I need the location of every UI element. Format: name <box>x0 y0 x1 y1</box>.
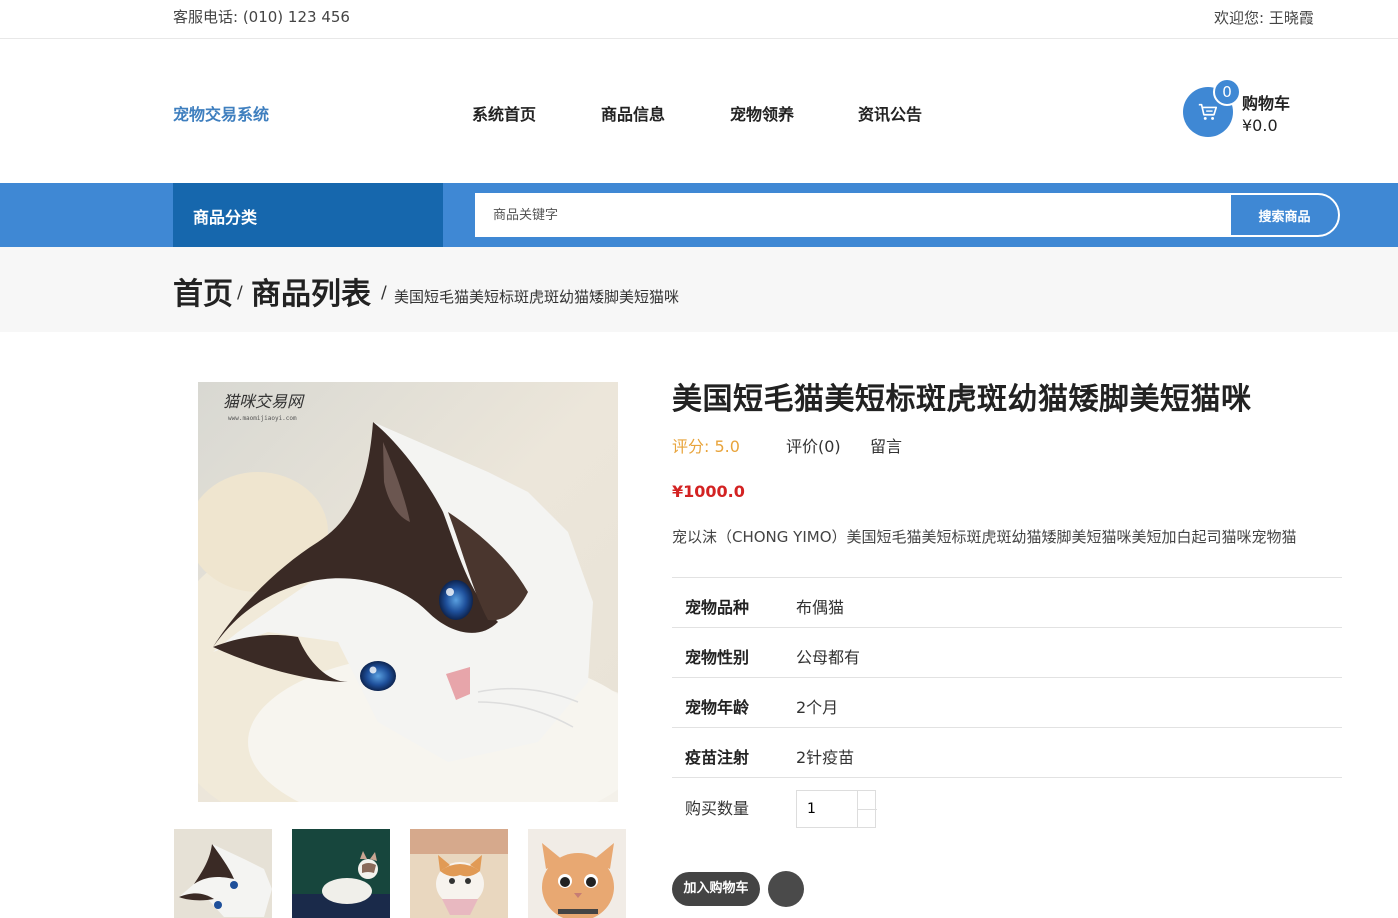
category-search-bar: 商品分类 搜索商品 <box>0 183 1398 247</box>
message-link[interactable]: 留言 <box>870 433 902 457</box>
product-price: ¥1000.0 <box>672 482 745 501</box>
breadcrumb-list[interactable]: 商品列表 <box>251 269 371 313</box>
quantity-stepper <box>796 790 877 828</box>
breadcrumb-separator: / <box>381 283 387 303</box>
product-rating: 评分: 5.0 <box>672 437 740 456</box>
favorite-button[interactable] <box>768 871 804 907</box>
divider <box>672 777 1342 778</box>
divider <box>672 677 1342 678</box>
nav-news[interactable]: 资讯公告 <box>858 101 922 125</box>
product-description: 宠以沫（CHONG YIMO）美国短毛猫美短标斑虎斑幼猫矮脚美短猫咪美短加白起司… <box>672 528 1297 546</box>
divider <box>672 727 1342 728</box>
search-input[interactable] <box>475 193 1232 237</box>
product-thumbnail[interactable] <box>174 829 272 918</box>
breadcrumb-separator: / <box>237 283 243 303</box>
quantity-input[interactable] <box>797 791 857 827</box>
attr-value-vaccine: 2针疫苗 <box>796 748 855 767</box>
service-phone: 客服电话: (010) 123 456 <box>173 8 350 26</box>
nav-products[interactable]: 商品信息 <box>601 101 665 125</box>
attr-value-age: 2个月 <box>796 698 839 717</box>
category-label: 商品分类 <box>193 208 258 227</box>
reviews-link[interactable]: 评价(0) <box>786 433 841 457</box>
nav-adoption[interactable]: 宠物领养 <box>730 101 794 125</box>
attr-key-vaccine: 疫苗注射 <box>685 748 750 767</box>
product-thumbnail[interactable] <box>528 829 626 918</box>
attr-key-gender: 宠物性别 <box>685 648 750 667</box>
divider <box>672 577 1342 578</box>
add-to-cart-button[interactable]: 加入购物车 <box>672 872 760 906</box>
attr-key-breed: 宠物品种 <box>685 598 750 617</box>
product-title: 美国短毛猫美短标斑虎斑幼猫矮脚美短猫咪 <box>672 382 1252 417</box>
top-bar: 客服电话: (010) 123 456 欢迎您: 王晓霞 <box>0 0 1398 39</box>
nav-home[interactable]: 系统首页 <box>472 101 536 125</box>
attr-key-age: 宠物年龄 <box>685 698 750 717</box>
quantity-label: 购买数量 <box>685 799 750 818</box>
attr-value-gender: 公母都有 <box>796 648 861 667</box>
cart-count-badge: 0 <box>1213 78 1241 106</box>
breadcrumb-home[interactable]: 首页 <box>173 269 233 313</box>
search-button[interactable]: 搜索商品 <box>1229 193 1340 237</box>
quantity-increment[interactable] <box>857 791 877 810</box>
product-thumbnail[interactable] <box>292 829 390 918</box>
breadcrumb: 首页 / 商品列表 / 美国短毛猫美短标斑虎斑幼猫矮脚美短猫咪 <box>0 247 1398 332</box>
cart-icon <box>1198 103 1218 120</box>
watermark-url: www.maomijiaoyi.com <box>228 415 297 422</box>
cart-label[interactable]: 购物车 <box>1242 90 1290 114</box>
quantity-decrement[interactable] <box>857 809 877 827</box>
cart-total: ¥0.0 <box>1242 116 1278 135</box>
welcome-user[interactable]: 欢迎您: 王晓霞 <box>1214 7 1314 28</box>
category-button[interactable]: 商品分类 <box>173 183 443 247</box>
breadcrumb-current: 美国短毛猫美短标斑虎斑幼猫矮脚美短猫咪 <box>394 288 680 306</box>
product-main-image[interactable]: 猫咪交易网 www.maomijiaoyi.com <box>198 382 618 802</box>
divider <box>672 627 1342 628</box>
watermark-text: 猫咪交易网 <box>223 392 305 411</box>
product-thumbnail[interactable] <box>410 829 508 918</box>
attr-value-breed: 布偶猫 <box>796 598 845 617</box>
header: 宠物交易系统 系统首页 商品信息 宠物领养 资讯公告 0 购物车 ¥0.0 <box>0 39 1398 183</box>
site-logo[interactable]: 宠物交易系统 <box>173 101 269 125</box>
